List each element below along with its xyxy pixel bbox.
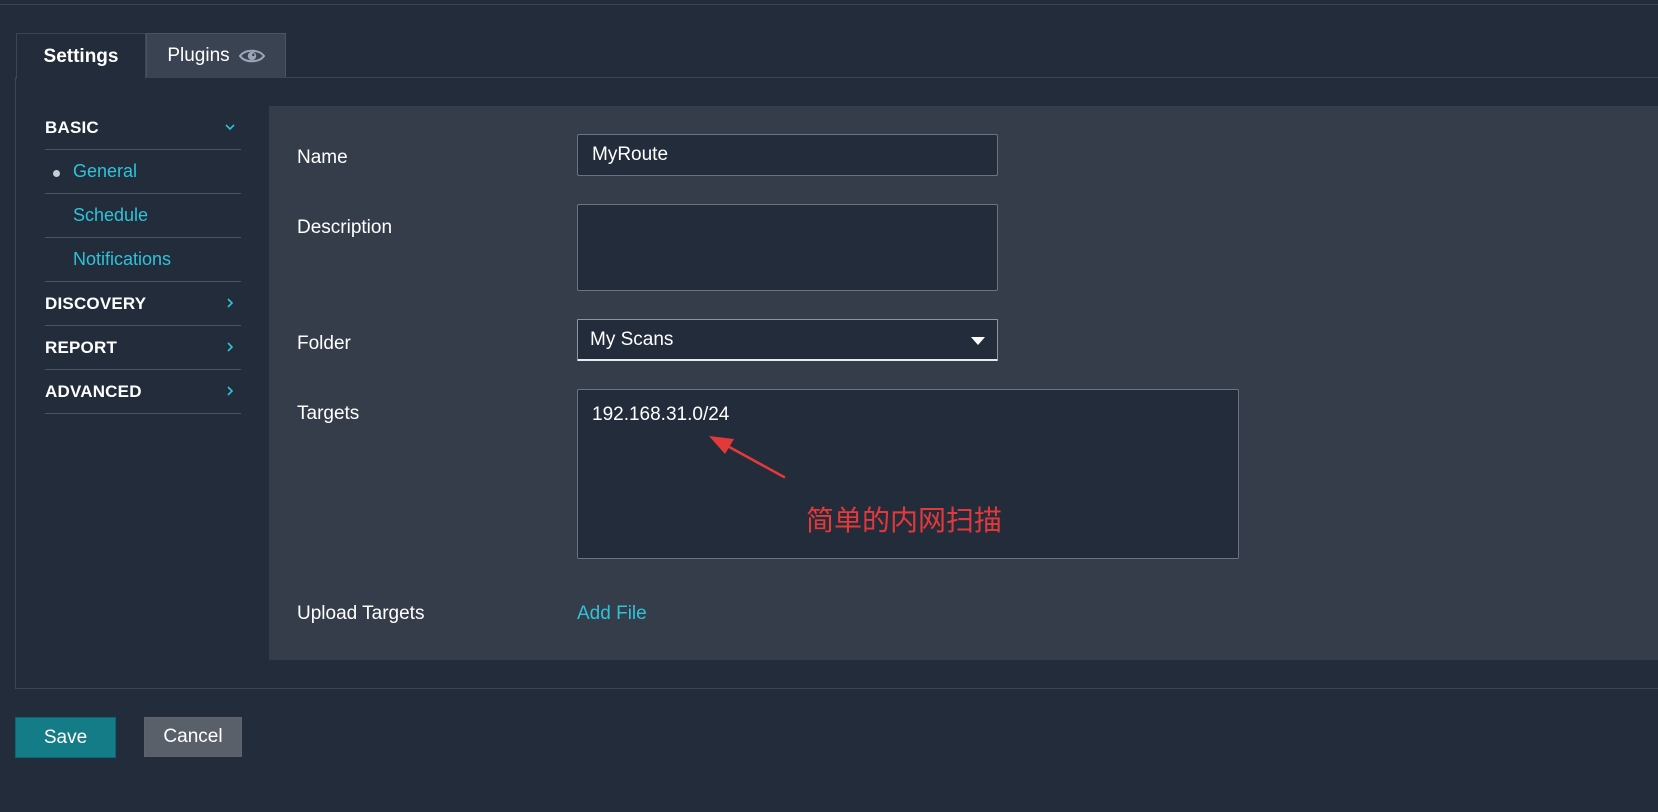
folder-label: Folder [297, 333, 351, 354]
sidebar-nav: BASIC General Schedule Notifications DIS… [45, 106, 241, 414]
sidebar-section-discovery[interactable]: DISCOVERY [45, 282, 241, 326]
sidebar-item-general[interactable]: General [45, 150, 241, 194]
name-input[interactable] [577, 134, 998, 176]
targets-label: Targets [297, 403, 360, 424]
sidebar-item-label: Notifications [73, 249, 172, 269]
sidebar-section-label: BASIC [45, 117, 99, 137]
tab-plugins-label: Plugins [167, 45, 230, 66]
sidebar-item-label: Schedule [73, 205, 149, 225]
selected-dot-icon [53, 170, 60, 177]
chevron-right-icon [227, 386, 234, 396]
tab-settings[interactable]: Settings [16, 33, 146, 79]
sidebar-section-label: DISCOVERY [45, 293, 147, 313]
sidebar-section-report[interactable]: REPORT [45, 326, 241, 370]
sidebar-section-label: REPORT [45, 337, 118, 357]
sidebar-section-basic[interactable]: BASIC [45, 106, 241, 150]
tab-settings-label: Settings [43, 45, 119, 67]
cancel-button[interactable]: Cancel [144, 717, 242, 757]
upload-targets-label: Upload Targets [297, 603, 425, 624]
chevron-right-icon [227, 298, 234, 308]
folder-select-value: My Scans [590, 328, 674, 350]
chevron-down-icon [225, 124, 235, 131]
general-settings-form [269, 106, 1658, 660]
eye-icon [238, 49, 265, 63]
sidebar-section-advanced[interactable]: ADVANCED [45, 370, 241, 414]
annotation-text: 简单的内网扫描 [806, 504, 1003, 537]
sidebar-item-schedule[interactable]: Schedule [45, 194, 241, 238]
name-label: Name [297, 147, 348, 168]
top-divider [0, 4, 1658, 5]
description-label: Description [297, 217, 393, 238]
sidebar-item-notifications[interactable]: Notifications [45, 238, 241, 282]
annotation-arrow-icon [709, 436, 786, 479]
folder-select[interactable]: My Scans [577, 319, 998, 361]
chevron-right-icon [227, 342, 234, 352]
description-textarea[interactable] [577, 204, 998, 291]
sidebar-section-label: ADVANCED [45, 381, 142, 401]
sidebar-item-label: General [73, 161, 138, 181]
caret-down-icon [971, 337, 985, 345]
add-file-link[interactable]: Add File [577, 603, 647, 625]
save-button[interactable]: Save [15, 717, 116, 758]
tab-plugins[interactable]: Plugins [146, 33, 286, 78]
